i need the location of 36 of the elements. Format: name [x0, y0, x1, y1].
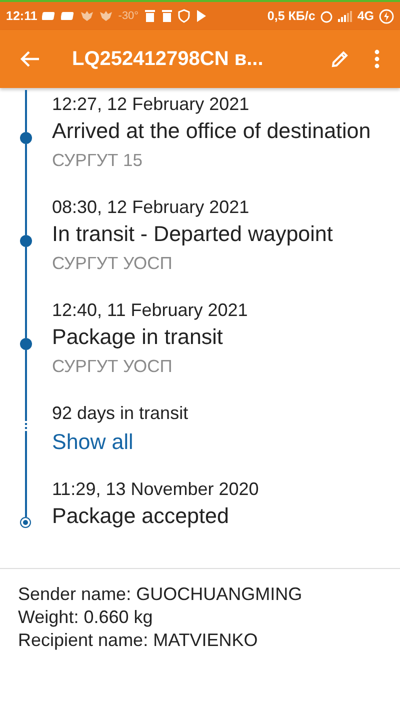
transit-duration: 92 days in transit — [52, 402, 190, 425]
trash-icon — [144, 9, 156, 23]
network-type: 4G — [357, 9, 374, 23]
event-date: 12:40, 11 February 2021 — [52, 299, 249, 322]
more-icon — [374, 49, 380, 69]
event-location: СУРГУТ УОСП — [52, 355, 174, 378]
event-title: Package accepted — [52, 503, 230, 530]
detail-text: Recipient name: MATVIENKO — [18, 629, 259, 652]
battery-charging-icon — [379, 8, 394, 24]
notification-icon — [61, 11, 76, 21]
emblem-icon — [99, 9, 114, 23]
event-date: 12:27, 12 February 2021 — [52, 93, 250, 116]
event-title: Package in transit — [52, 324, 224, 351]
detail-text: Weight: 0.660 kg — [18, 606, 154, 629]
event-title: In transit - Departed waypoint — [52, 221, 334, 248]
event-date: 08:30, 12 February 2021 — [52, 196, 250, 219]
trash-icon — [160, 9, 173, 23]
play-icon — [194, 9, 207, 23]
event-title: Arrived at the office of destination — [52, 118, 372, 145]
notification-icon — [42, 11, 56, 21]
detail-text: Sender name: GUOCHUANGMING — [18, 583, 304, 606]
dotted-line — [25, 419, 27, 433]
event-date: 11:29, 13 November 2020 — [52, 478, 260, 501]
shield-icon — [178, 9, 190, 23]
pencil-icon — [330, 49, 350, 69]
network-speed: 0,5 КБ/с — [267, 9, 316, 23]
event-location: СУРГУТ УОСП — [52, 252, 174, 275]
event-location: СУРГУТ 15 — [52, 149, 144, 172]
screen-title: LQ252412798CN в... — [71, 48, 264, 70]
status-time: 12:11 — [6, 9, 38, 23]
temperature-text: -30° — [118, 10, 139, 22]
emblem-icon — [80, 9, 94, 23]
show-all-link[interactable]: Show all — [52, 427, 134, 457]
signal-icon — [338, 10, 352, 22]
back-arrow-icon — [20, 50, 40, 68]
alarm-icon — [320, 10, 334, 22]
